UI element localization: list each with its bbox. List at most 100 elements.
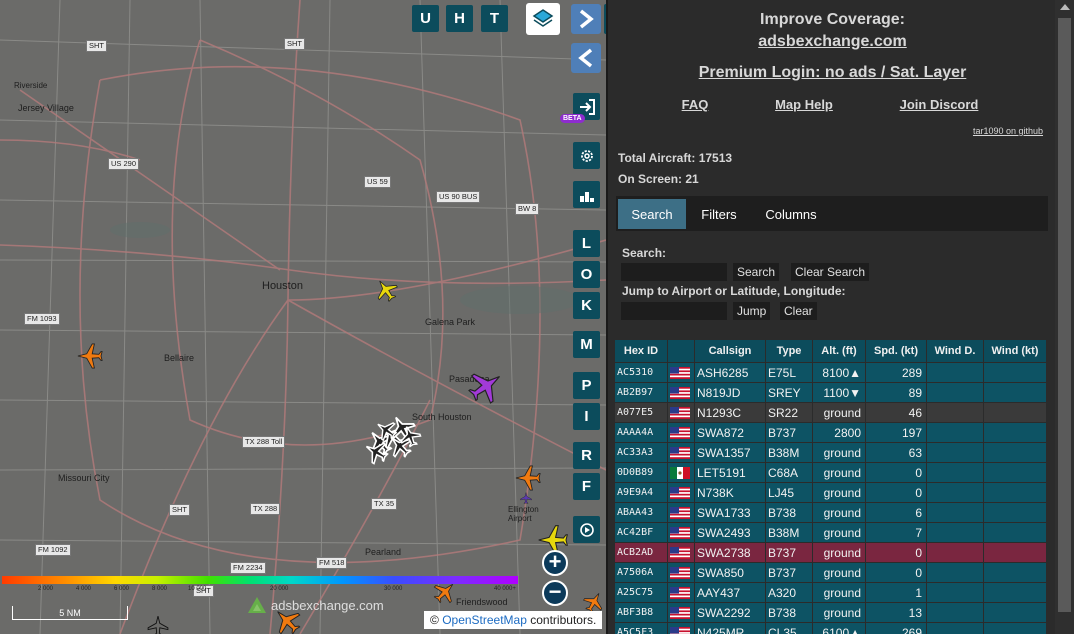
- aircraft-icon[interactable]: [520, 492, 532, 504]
- adsbexchange-link[interactable]: adsbexchange.com: [608, 33, 1057, 51]
- table-row[interactable]: ABAA43 SWA1733 B738 ground 6: [615, 503, 1046, 522]
- type-cell: LJ45: [766, 483, 812, 502]
- callsign-cell: AAY437: [695, 583, 765, 602]
- altitude-cell: ground: [813, 503, 865, 522]
- toggle-t-button[interactable]: T: [481, 5, 508, 32]
- table-row[interactable]: AC33A3 SWA1357 B38M ground 63: [615, 443, 1046, 462]
- hex-id-cell: AC42BF: [615, 523, 667, 542]
- table-row[interactable]: AB2B97 N819JD SREY 1100▼ 89: [615, 383, 1046, 402]
- total-aircraft-stat: Total Aircraft: 17513: [618, 151, 732, 165]
- hex-id-cell: A077E5: [615, 403, 667, 422]
- total-aircraft-value: 17513: [698, 151, 733, 165]
- hex-id-cell: AAAA4A: [615, 423, 667, 442]
- openstreetmap-link[interactable]: OpenStreetMap: [442, 613, 527, 627]
- wind-speed-cell: [984, 383, 1046, 402]
- wind-speed-cell: [984, 623, 1046, 634]
- column-header-hex[interactable]: Hex ID: [615, 340, 667, 362]
- aircraft-icon[interactable]: [77, 343, 103, 369]
- toggle-i-button[interactable]: I: [573, 403, 600, 430]
- speed-cell: 0: [866, 563, 926, 582]
- speed-cell: 0: [866, 483, 926, 502]
- aircraft-icon[interactable]: [147, 615, 169, 634]
- on-screen-value: 21: [685, 172, 699, 186]
- column-header-altitude[interactable]: Alt. (ft): [813, 340, 865, 362]
- tab-search[interactable]: Search: [618, 199, 686, 229]
- map-help-link[interactable]: Map Help: [766, 97, 842, 112]
- panel-tabs: Search Filters Columns: [616, 196, 1048, 231]
- column-header-flag[interactable]: [668, 340, 694, 362]
- brand-watermark: adsbexchange.com: [247, 596, 384, 614]
- table-row[interactable]: A9E9A4 N738K LJ45 ground 0: [615, 483, 1046, 502]
- type-cell: B738: [766, 503, 812, 522]
- premium-login-link[interactable]: Premium Login: no ads / Sat. Layer: [608, 64, 1057, 82]
- aircraft-icon[interactable]: [515, 465, 541, 491]
- jump-button[interactable]: Jump: [733, 302, 771, 320]
- flag-cell: [668, 403, 694, 422]
- toggle-o-button[interactable]: O: [573, 261, 600, 288]
- column-header-callsign[interactable]: Callsign: [695, 340, 765, 362]
- table-row[interactable]: 0D0B89 LET5191 C68A ground 0: [615, 463, 1046, 482]
- altitude-legend-label: 20 000: [270, 586, 289, 592]
- table-row[interactable]: ACB2AD SWA2738 B737 ground 0: [615, 543, 1046, 562]
- sign-in-icon: [579, 98, 595, 115]
- flag-cell: [668, 563, 694, 582]
- aircraft-icon[interactable]: [462, 362, 510, 410]
- stats-button[interactable]: [573, 181, 600, 208]
- settings-button[interactable]: [573, 142, 600, 169]
- altitude-cell: 8100▲: [813, 363, 865, 382]
- table-row[interactable]: AC5310 ASH6285 E75L 8100▲ 289: [615, 363, 1046, 382]
- speed-cell: 46: [866, 403, 926, 422]
- scrollbar-thumb[interactable]: [1058, 18, 1071, 612]
- altitude-cell: ground: [813, 563, 865, 582]
- zoom-in-button[interactable]: +: [542, 550, 568, 576]
- collapse-left-button[interactable]: [571, 43, 601, 73]
- map-view[interactable]: Jersey Village Houston Galena Park Pasad…: [0, 0, 606, 634]
- discord-link[interactable]: Join Discord: [893, 97, 985, 112]
- toggle-f-button[interactable]: F: [573, 473, 600, 500]
- replay-button[interactable]: [573, 516, 600, 543]
- faq-link[interactable]: FAQ: [670, 97, 720, 112]
- expand-right-button[interactable]: [571, 4, 601, 34]
- clear-search-button[interactable]: Clear Search: [791, 263, 870, 281]
- search-input[interactable]: [621, 263, 727, 281]
- toggle-k-button[interactable]: K: [573, 292, 600, 319]
- jump-input[interactable]: [621, 302, 727, 320]
- us-flag-icon: [670, 627, 690, 634]
- table-row[interactable]: A7506A SWA850 B737 ground 0: [615, 563, 1046, 582]
- type-cell: C68A: [766, 463, 812, 482]
- search-button[interactable]: Search: [733, 263, 780, 281]
- toggle-sidebar-button[interactable]: [604, 4, 606, 34]
- layers-button[interactable]: [526, 3, 560, 35]
- tab-columns[interactable]: Columns: [752, 199, 830, 229]
- column-header-type[interactable]: Type: [766, 340, 812, 362]
- table-row[interactable]: A25C75 AAY437 A320 ground 1: [615, 583, 1046, 602]
- table-row[interactable]: AAAA4A SWA872 B737 2800 197: [615, 423, 1046, 442]
- wind-direction-cell: [927, 483, 983, 502]
- callsign-cell: LET5191: [695, 463, 765, 482]
- table-row[interactable]: AC42BF SWA2493 B38M ground 7: [615, 523, 1046, 542]
- clear-jump-button[interactable]: Clear: [780, 302, 817, 320]
- altitude-cell: ground: [813, 463, 865, 482]
- panel-scrollbar[interactable]: [1055, 0, 1074, 634]
- toggle-h-button[interactable]: H: [446, 5, 473, 32]
- scroll-up-arrow-icon[interactable]: [1060, 4, 1070, 10]
- table-row[interactable]: A077E5 N1293C SR22 ground 46: [615, 403, 1046, 422]
- toggle-l-button[interactable]: L: [573, 230, 600, 257]
- tab-filters[interactable]: Filters: [688, 199, 750, 229]
- table-row[interactable]: ABF3B8 SWA2292 B738 ground 13: [615, 603, 1046, 622]
- github-link[interactable]: tar1090 on github: [963, 126, 1053, 136]
- table-row[interactable]: A5C5F3 N425MR CL35 6100▲ 269: [615, 623, 1046, 634]
- beta-badge: BETA: [560, 114, 585, 123]
- callsign-cell: SWA2493: [695, 523, 765, 542]
- toggle-p-button[interactable]: P: [573, 372, 600, 399]
- zoom-out-button[interactable]: −: [542, 580, 568, 606]
- toggle-u-button[interactable]: U: [412, 5, 439, 32]
- ground-aircraft-cluster[interactable]: [360, 410, 424, 468]
- toggle-r-button[interactable]: R: [573, 442, 600, 469]
- aircraft-icon[interactable]: [370, 274, 402, 306]
- map-attribution: © OpenStreetMap contributors.: [424, 611, 603, 629]
- column-header-wind-direction[interactable]: Wind D.: [927, 340, 983, 362]
- toggle-m-button[interactable]: M: [573, 331, 600, 358]
- column-header-speed[interactable]: Spd. (kt): [866, 340, 926, 362]
- column-header-wind-speed[interactable]: Wind (kt): [984, 340, 1046, 362]
